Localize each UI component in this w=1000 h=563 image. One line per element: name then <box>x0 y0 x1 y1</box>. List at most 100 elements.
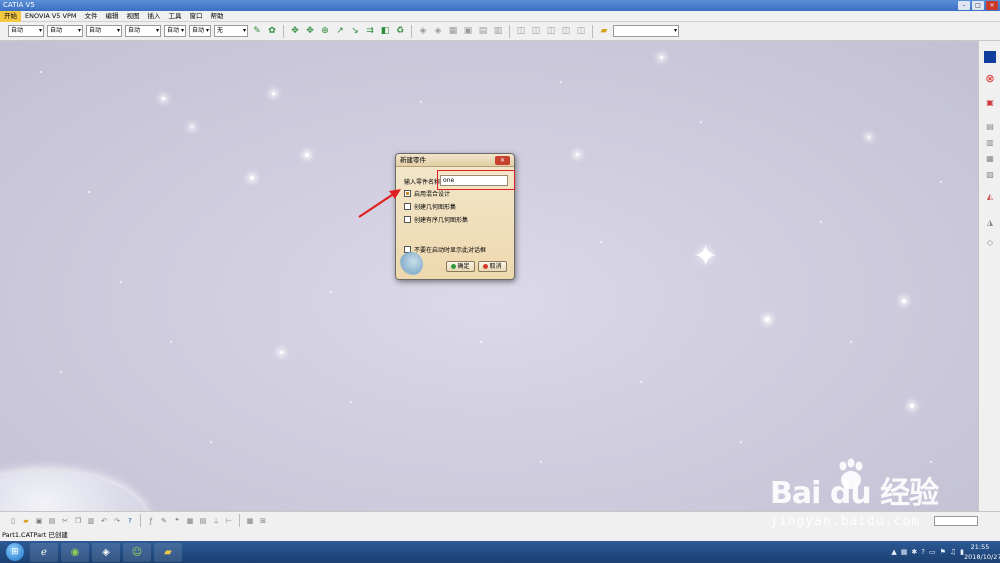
line-thickness-dropdown[interactable]: 自动 <box>86 25 122 37</box>
analysis-icon[interactable]: ◫ <box>515 25 527 37</box>
menu-help[interactable]: 帮助 <box>206 11 227 22</box>
bluetooth-icon[interactable]: ✱ <box>911 548 917 556</box>
paste-icon[interactable]: ▥ <box>86 516 96 526</box>
wall-thickness-icon[interactable]: ◫ <box>575 25 587 37</box>
undo-icon[interactable]: ↶ <box>99 516 109 526</box>
flag-icon[interactable]: ⚑ <box>940 548 946 556</box>
fillet-icon[interactable]: ◭ <box>984 191 996 203</box>
zoom-icon[interactable]: ⊕ <box>319 25 331 37</box>
menu-file[interactable]: 文件 <box>80 11 101 22</box>
tangent-analysis-icon[interactable]: ◫ <box>560 25 572 37</box>
draft-analysis-icon[interactable]: ◫ <box>545 25 557 37</box>
menu-view[interactable]: 视图 <box>122 11 143 22</box>
catalog-dropdown[interactable] <box>613 25 679 37</box>
constraint-icon[interactable]: ⊢ <box>224 516 234 526</box>
media-icon[interactable]: ◉ <box>61 542 89 562</box>
ok-button[interactable]: 确定 <box>446 261 475 272</box>
swap-space-icon[interactable]: ♻ <box>394 25 406 37</box>
measure-item-icon[interactable]: ◈ <box>432 25 444 37</box>
tray-arrow-icon[interactable]: ▲ <box>891 548 896 556</box>
hide-show-icon[interactable]: ◧ <box>379 25 391 37</box>
formula-icon[interactable]: ƒ <box>146 516 156 526</box>
toolbar-divider <box>283 24 284 38</box>
taskbar-clock[interactable]: 21:55 2018/10/27 <box>964 542 1000 562</box>
fly-mode-icon[interactable]: ↘ <box>349 25 361 37</box>
copy-icon[interactable]: ❐ <box>73 516 83 526</box>
shaft-icon[interactable]: ▥ <box>984 137 996 149</box>
line-type-dropdown[interactable]: 自动 <box>125 25 161 37</box>
pocket-icon[interactable]: ▤ <box>984 121 996 133</box>
rendering-style-dropdown[interactable]: 自动 <box>189 25 211 37</box>
grid-icon[interactable]: ▦ <box>245 516 255 526</box>
folder-icon[interactable]: ▰ <box>598 25 610 37</box>
point-symbol-dropdown[interactable]: 自动 <box>164 25 186 37</box>
option-hybrid-design[interactable]: 启用混合设计 <box>404 189 450 198</box>
star <box>191 126 193 128</box>
color-dropdown[interactable]: 自动 <box>8 25 44 37</box>
catalog-icon[interactable]: ▤ <box>198 516 208 526</box>
pad-icon[interactable]: ▣ <box>984 97 996 109</box>
snap-icon[interactable]: ⊞ <box>258 516 268 526</box>
start-button[interactable]: ⊞ <box>6 543 24 561</box>
option-ordered-geometrical-set[interactable]: 创建有序几何图形集 <box>404 215 468 224</box>
catia-taskbar-icon[interactable]: ◈ <box>92 542 120 562</box>
help-icon[interactable]: ? <box>125 516 135 526</box>
option-geometrical-set[interactable]: 创建几何图形集 <box>404 202 456 211</box>
measure-icon[interactable]: ◈ <box>417 25 429 37</box>
comment-icon[interactable]: ✎ <box>159 516 169 526</box>
volume-icon[interactable]: ♫ <box>950 548 956 556</box>
cut-icon[interactable]: ✂ <box>60 516 70 526</box>
groove-icon[interactable]: ▦ <box>984 153 996 165</box>
ie-icon[interactable]: ℯ <box>30 542 58 562</box>
knowledge-icon[interactable]: ▤ <box>477 25 489 37</box>
table-icon[interactable]: ▦ <box>185 516 195 526</box>
curvature-icon[interactable]: ◫ <box>530 25 542 37</box>
minimize-icon[interactable]: – <box>958 1 970 10</box>
close-icon[interactable]: × <box>986 1 998 10</box>
help-tray-icon[interactable]: ? <box>921 548 925 556</box>
redo-icon[interactable]: ↷ <box>112 516 122 526</box>
format-painter-icon[interactable]: ✿ <box>266 25 278 37</box>
dialog-close-icon[interactable]: ✕ <box>495 156 510 165</box>
network-icon[interactable]: ▦ <box>901 548 908 556</box>
star <box>250 176 254 180</box>
menu-edit[interactable]: 编辑 <box>101 11 122 22</box>
menu-enovia[interactable]: ENOVIA V5 VPM <box>21 11 80 22</box>
menu-tools[interactable]: 工具 <box>164 11 185 22</box>
display-icon[interactable]: ▭ <box>929 548 936 556</box>
sketch-icon[interactable] <box>984 51 996 63</box>
new-file-icon[interactable]: ▯ <box>8 516 18 526</box>
rotate-icon[interactable]: ✥ <box>304 25 316 37</box>
exit-workbench-icon[interactable]: ⊗ <box>984 73 996 85</box>
dust <box>210 441 212 443</box>
chamfer-icon[interactable]: ◮ <box>984 217 996 229</box>
pan-icon[interactable]: ✥ <box>289 25 301 37</box>
watermark-brand: Bai du 经验 <box>770 476 939 511</box>
hybrid-design-label: 启用混合设计 <box>414 191 451 198</box>
apply-material-icon[interactable]: ▣ <box>462 25 474 37</box>
axis-icon[interactable]: ⊥ <box>211 516 221 526</box>
cancel-button[interactable]: 取消 <box>478 261 507 272</box>
inertia-icon[interactable]: ▦ <box>447 25 459 37</box>
hole-icon[interactable]: ▧ <box>984 169 996 181</box>
transparency-dropdown[interactable]: 自动 <box>47 25 83 37</box>
menu-start[interactable]: 开始 <box>0 10 21 22</box>
open-file-icon[interactable]: ▰ <box>21 516 31 526</box>
multi-view-icon[interactable]: ⇉ <box>364 25 376 37</box>
normal-view-icon[interactable]: ↗ <box>334 25 346 37</box>
paintbrush-icon[interactable]: ✎ <box>251 25 263 37</box>
draft-icon[interactable]: ◇ <box>984 237 996 249</box>
explorer-icon[interactable]: ▰ <box>154 542 182 562</box>
hybrid-design-checkbox[interactable] <box>404 190 411 197</box>
geometrical-set-checkbox[interactable] <box>404 203 411 210</box>
quote-icon[interactable]: ❝ <box>172 516 182 526</box>
maximize-icon[interactable]: □ <box>972 1 984 10</box>
print-icon[interactable]: ▤ <box>47 516 57 526</box>
wechat-icon[interactable]: ☺ <box>123 542 151 562</box>
menu-insert[interactable]: 插入 <box>143 11 164 22</box>
menu-window[interactable]: 窗口 <box>185 11 206 22</box>
formula-icon[interactable]: ▥ <box>492 25 504 37</box>
layer-dropdown[interactable]: 无 <box>214 25 248 37</box>
save-icon[interactable]: ▣ <box>34 516 44 526</box>
ordered-geometrical-set-checkbox[interactable] <box>404 216 411 223</box>
